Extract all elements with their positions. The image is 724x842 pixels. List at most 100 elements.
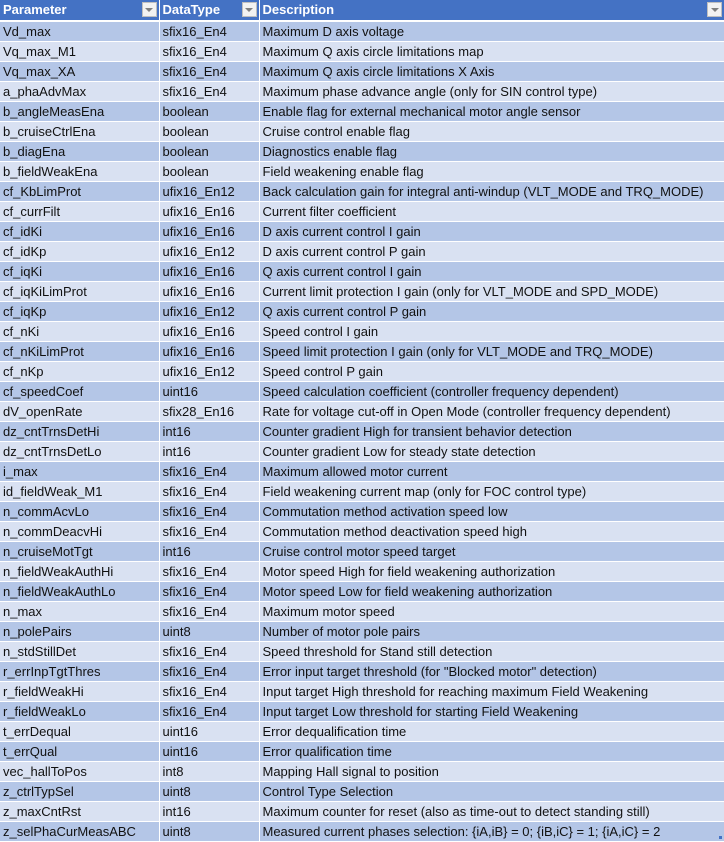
- column-header-datatype[interactable]: DataType: [159, 0, 259, 21]
- cell-parameter[interactable]: a_phaAdvMax: [0, 82, 159, 102]
- cell-datatype[interactable]: uint16: [159, 722, 259, 742]
- cell-parameter[interactable]: r_fieldWeakLo: [0, 702, 159, 722]
- cell-datatype[interactable]: sfix16_En4: [159, 522, 259, 542]
- cell-parameter[interactable]: n_fieldWeakAuthLo: [0, 582, 159, 602]
- cell-description[interactable]: Maximum phase advance angle (only for SI…: [259, 82, 724, 102]
- cell-parameter[interactable]: n_commDeacvHi: [0, 522, 159, 542]
- cell-parameter[interactable]: cf_iqKp: [0, 302, 159, 322]
- cell-parameter[interactable]: n_stdStillDet: [0, 642, 159, 662]
- cell-datatype[interactable]: ufix16_En12: [159, 302, 259, 322]
- cell-parameter[interactable]: n_fieldWeakAuthHi: [0, 562, 159, 582]
- cell-description[interactable]: D axis current control P gain: [259, 242, 724, 262]
- cell-parameter[interactable]: cf_iqKi: [0, 262, 159, 282]
- cell-description[interactable]: Field weakening enable flag: [259, 162, 724, 182]
- cell-description[interactable]: Maximum Q axis circle limitations map: [259, 42, 724, 62]
- cell-description[interactable]: Mapping Hall signal to position: [259, 762, 724, 782]
- cell-parameter[interactable]: n_max: [0, 602, 159, 622]
- dropdown-arrow-icon[interactable]: [242, 2, 257, 17]
- cell-description[interactable]: Measured current phases selection: {iA,i…: [259, 822, 724, 842]
- cell-datatype[interactable]: ufix16_En12: [159, 242, 259, 262]
- table-resize-handle[interactable]: [719, 836, 722, 839]
- cell-datatype[interactable]: uint8: [159, 822, 259, 842]
- cell-description[interactable]: Speed control P gain: [259, 362, 724, 382]
- cell-parameter[interactable]: cf_currFilt: [0, 202, 159, 222]
- cell-parameter[interactable]: b_angleMeasEna: [0, 102, 159, 122]
- cell-description[interactable]: Back calculation gain for integral anti-…: [259, 182, 724, 202]
- cell-parameter[interactable]: z_ctrlTypSel: [0, 782, 159, 802]
- cell-description[interactable]: Speed threshold for Stand still detectio…: [259, 642, 724, 662]
- cell-description[interactable]: Maximum Q axis circle limitations X Axis: [259, 62, 724, 82]
- cell-description[interactable]: Maximum allowed motor current: [259, 462, 724, 482]
- cell-description[interactable]: Counter gradient Low for steady state de…: [259, 442, 724, 462]
- cell-parameter[interactable]: z_selPhaCurMeasABC: [0, 822, 159, 842]
- cell-datatype[interactable]: sfix16_En4: [159, 482, 259, 502]
- cell-parameter[interactable]: Vq_max_XA: [0, 62, 159, 82]
- cell-description[interactable]: Speed control I gain: [259, 322, 724, 342]
- cell-datatype[interactable]: ufix16_En16: [159, 202, 259, 222]
- cell-datatype[interactable]: sfix16_En4: [159, 62, 259, 82]
- cell-description[interactable]: Counter gradient High for transient beha…: [259, 422, 724, 442]
- cell-parameter[interactable]: cf_idKp: [0, 242, 159, 262]
- cell-description[interactable]: Current limit protection I gain (only fo…: [259, 282, 724, 302]
- cell-parameter[interactable]: dz_cntTrnsDetLo: [0, 442, 159, 462]
- cell-datatype[interactable]: ufix16_En16: [159, 262, 259, 282]
- cell-parameter[interactable]: id_fieldWeak_M1: [0, 482, 159, 502]
- cell-parameter[interactable]: cf_nKi: [0, 322, 159, 342]
- cell-description[interactable]: D axis current control I gain: [259, 222, 724, 242]
- cell-datatype[interactable]: ufix16_En16: [159, 222, 259, 242]
- cell-description[interactable]: Motor speed High for field weakening aut…: [259, 562, 724, 582]
- cell-parameter[interactable]: n_cruiseMotTgt: [0, 542, 159, 562]
- cell-description[interactable]: Q axis current control P gain: [259, 302, 724, 322]
- cell-datatype[interactable]: ufix16_En16: [159, 282, 259, 302]
- cell-description[interactable]: Speed calculation coefficient (controlle…: [259, 382, 724, 402]
- cell-parameter[interactable]: t_errDequal: [0, 722, 159, 742]
- cell-datatype[interactable]: sfix16_En4: [159, 82, 259, 102]
- cell-description[interactable]: Commutation method activation speed low: [259, 502, 724, 522]
- cell-parameter[interactable]: Vd_max: [0, 21, 159, 42]
- cell-parameter[interactable]: cf_KbLimProt: [0, 182, 159, 202]
- cell-description[interactable]: Cruise control motor speed target: [259, 542, 724, 562]
- cell-description[interactable]: Number of motor pole pairs: [259, 622, 724, 642]
- cell-description[interactable]: Error dequalification time: [259, 722, 724, 742]
- dropdown-arrow-icon[interactable]: [707, 2, 722, 17]
- cell-description[interactable]: Diagnostics enable flag: [259, 142, 724, 162]
- cell-description[interactable]: Input target Low threshold for starting …: [259, 702, 724, 722]
- cell-parameter[interactable]: dV_openRate: [0, 402, 159, 422]
- cell-datatype[interactable]: int8: [159, 762, 259, 782]
- cell-datatype[interactable]: boolean: [159, 142, 259, 162]
- cell-datatype[interactable]: int16: [159, 542, 259, 562]
- cell-datatype[interactable]: sfix16_En4: [159, 582, 259, 602]
- cell-datatype[interactable]: uint8: [159, 782, 259, 802]
- cell-description[interactable]: Input target High threshold for reaching…: [259, 682, 724, 702]
- cell-description[interactable]: Cruise control enable flag: [259, 122, 724, 142]
- cell-datatype[interactable]: sfix16_En4: [159, 42, 259, 62]
- cell-parameter[interactable]: n_polePairs: [0, 622, 159, 642]
- cell-description[interactable]: Motor speed Low for field weakening auth…: [259, 582, 724, 602]
- cell-description[interactable]: Error qualification time: [259, 742, 724, 762]
- dropdown-arrow-icon[interactable]: [142, 2, 157, 17]
- cell-datatype[interactable]: ufix16_En12: [159, 362, 259, 382]
- cell-parameter[interactable]: r_fieldWeakHi: [0, 682, 159, 702]
- column-header-parameter[interactable]: Parameter: [0, 0, 159, 21]
- cell-parameter[interactable]: cf_nKiLimProt: [0, 342, 159, 362]
- cell-datatype[interactable]: sfix28_En16: [159, 402, 259, 422]
- cell-description[interactable]: Commutation method deactivation speed hi…: [259, 522, 724, 542]
- cell-datatype[interactable]: boolean: [159, 122, 259, 142]
- cell-datatype[interactable]: sfix16_En4: [159, 682, 259, 702]
- cell-datatype[interactable]: sfix16_En4: [159, 462, 259, 482]
- cell-description[interactable]: Control Type Selection: [259, 782, 724, 802]
- cell-parameter[interactable]: t_errQual: [0, 742, 159, 762]
- cell-datatype[interactable]: int16: [159, 802, 259, 822]
- cell-parameter[interactable]: b_fieldWeakEna: [0, 162, 159, 182]
- cell-description[interactable]: Maximum motor speed: [259, 602, 724, 622]
- cell-datatype[interactable]: int16: [159, 442, 259, 462]
- cell-datatype[interactable]: sfix16_En4: [159, 642, 259, 662]
- column-header-description[interactable]: Description: [259, 0, 724, 21]
- cell-description[interactable]: Field weakening current map (only for FO…: [259, 482, 724, 502]
- cell-datatype[interactable]: ufix16_En16: [159, 322, 259, 342]
- cell-parameter[interactable]: n_commAcvLo: [0, 502, 159, 522]
- cell-parameter[interactable]: dz_cntTrnsDetHi: [0, 422, 159, 442]
- cell-description[interactable]: Current filter coefficient: [259, 202, 724, 222]
- cell-parameter[interactable]: cf_speedCoef: [0, 382, 159, 402]
- cell-datatype[interactable]: uint8: [159, 622, 259, 642]
